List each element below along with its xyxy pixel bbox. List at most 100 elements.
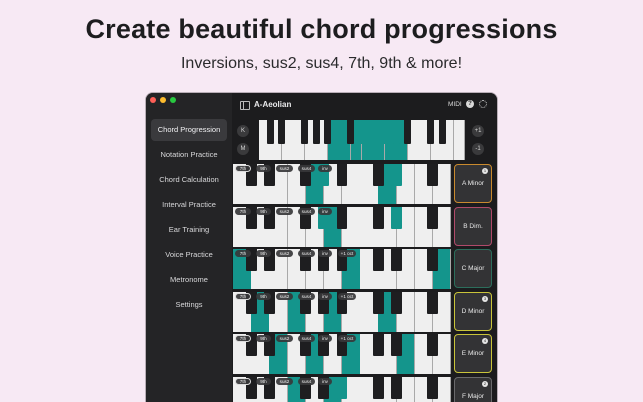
chord-tile-a-minor[interactable]: A Minor 1: [454, 164, 492, 203]
option-sus4-toggle[interactable]: sus4: [298, 377, 315, 385]
option-9th-toggle[interactable]: 9th: [256, 250, 271, 257]
black-key[interactable]: [404, 120, 412, 144]
chord-name: D Minor: [461, 307, 485, 315]
black-key[interactable]: [372, 291, 384, 314]
chord-tile-e-minor[interactable]: E Minor 4: [454, 334, 492, 373]
black-key[interactable]: [427, 120, 435, 144]
black-key[interactable]: [324, 120, 332, 144]
chord-tile-c-major[interactable]: C Major: [454, 249, 492, 288]
black-key[interactable]: [372, 164, 384, 186]
black-key[interactable]: [267, 120, 274, 144]
black-key[interactable]: [372, 334, 384, 356]
black-key[interactable]: [438, 120, 446, 144]
option-sus4-toggle[interactable]: sus4: [298, 250, 315, 257]
black-key[interactable]: [336, 206, 348, 229]
option-inv-toggle[interactable]: inv: [318, 377, 332, 385]
option--1-oct-toggle[interactable]: +1 oct: [338, 250, 356, 257]
option-inv-toggle[interactable]: inv: [318, 165, 332, 172]
black-key[interactable]: [427, 376, 439, 399]
close-window-button[interactable]: [150, 97, 156, 103]
black-key[interactable]: [427, 249, 439, 271]
octave-up-button[interactable]: +1: [472, 125, 484, 137]
hero-subtitle: Inversions, sus2, sus4, 7th, 9th & more!: [180, 55, 463, 72]
option-sus2-toggle[interactable]: sus2: [276, 250, 293, 257]
black-key[interactable]: [301, 120, 309, 144]
option-sus2-toggle[interactable]: sus2: [276, 292, 293, 300]
option-sus2-toggle[interactable]: sus2: [276, 207, 293, 215]
scale-button-k[interactable]: K: [237, 125, 249, 137]
option-sus2-toggle[interactable]: sus2: [276, 335, 293, 342]
black-key[interactable]: [372, 376, 384, 399]
option-7th-toggle[interactable]: 7th: [235, 207, 251, 215]
option-9th-toggle[interactable]: 9th: [256, 335, 271, 342]
white-key[interactable]: [453, 120, 465, 160]
sidebar-item-metronome[interactable]: Metronome: [151, 269, 227, 291]
black-key[interactable]: [391, 206, 402, 229]
black-key[interactable]: [358, 120, 366, 144]
option-7th-toggle[interactable]: 7th: [235, 377, 251, 385]
scale-button-m[interactable]: M: [237, 143, 249, 155]
chord-row: 7th 9th sus2 sus4 inv +1 oct C Major: [232, 249, 497, 290]
app-window: Chord Progression Notation Practice Chord …: [146, 93, 497, 402]
black-key[interactable]: [347, 120, 354, 144]
option--1-oct-toggle[interactable]: +1 oct: [338, 335, 356, 342]
black-key[interactable]: [427, 206, 439, 229]
black-key[interactable]: [372, 249, 384, 271]
black-key[interactable]: [336, 376, 348, 399]
option-inv-toggle[interactable]: inv: [318, 292, 332, 300]
option-sus4-toggle[interactable]: sus4: [298, 207, 315, 215]
sidebar-toggle-icon[interactable]: [240, 101, 250, 110]
black-key[interactable]: [392, 120, 400, 144]
help-icon[interactable]: ?: [466, 100, 474, 108]
option-7th-toggle[interactable]: 7th: [235, 165, 251, 172]
option-sus4-toggle[interactable]: sus4: [298, 165, 315, 172]
scale-title: A-Aeolian: [254, 100, 292, 109]
sidebar-item-notation-practice[interactable]: Notation Practice: [151, 144, 227, 166]
minimize-window-button[interactable]: [160, 97, 166, 103]
sidebar-item-ear-training[interactable]: Ear Training: [151, 219, 227, 241]
sidebar-item-interval-practice[interactable]: Interval Practice: [151, 194, 227, 216]
option-7th-toggle[interactable]: 7th: [235, 292, 251, 300]
midi-button[interactable]: MIDI: [448, 101, 462, 108]
option-inv-toggle[interactable]: inv: [318, 335, 332, 342]
black-key[interactable]: [427, 164, 439, 186]
black-key[interactable]: [372, 206, 384, 229]
option-inv-toggle[interactable]: inv: [318, 250, 332, 257]
option-sus2-toggle[interactable]: sus2: [276, 377, 293, 385]
black-key[interactable]: [391, 334, 402, 356]
black-key[interactable]: [391, 249, 402, 271]
option-9th-toggle[interactable]: 9th: [256, 165, 271, 172]
black-key[interactable]: [336, 164, 348, 186]
zoom-window-button[interactable]: [170, 97, 176, 103]
option--1-oct-toggle[interactable]: +1 oct: [338, 292, 356, 300]
option-sus4-toggle[interactable]: sus4: [298, 292, 315, 300]
black-key[interactable]: [391, 291, 402, 314]
chord-tile-d-minor[interactable]: D Minor 3: [454, 291, 492, 331]
option-sus2-toggle[interactable]: sus2: [276, 165, 293, 172]
chord-row: 7th 9th sus2 sus4 inv +1 oct E Minor 4: [232, 334, 497, 375]
chord-row: 7th 9th sus2 sus4 inv B Dim.: [232, 206, 497, 248]
option-7th-toggle[interactable]: 7th: [235, 335, 251, 342]
black-key[interactable]: [381, 120, 389, 144]
option-sus4-toggle[interactable]: sus4: [298, 335, 315, 342]
black-key[interactable]: [427, 291, 439, 314]
chord-tile-b-dim-[interactable]: B Dim.: [454, 206, 492, 246]
sidebar-item-settings[interactable]: Settings: [151, 294, 227, 316]
gear-icon[interactable]: [479, 100, 487, 108]
option-9th-toggle[interactable]: 9th: [256, 207, 271, 215]
option-9th-toggle[interactable]: 9th: [256, 377, 271, 385]
option-9th-toggle[interactable]: 9th: [256, 292, 271, 300]
option-inv-toggle[interactable]: inv: [318, 207, 332, 215]
black-key[interactable]: [312, 120, 320, 144]
chord-tile-f-major[interactable]: F Major 2: [454, 376, 492, 402]
octave-down-button[interactable]: -1: [472, 143, 484, 155]
sidebar-item-chord-calculation[interactable]: Chord Calculation: [151, 169, 227, 191]
black-key[interactable]: [278, 120, 286, 144]
sidebar-item-chord-progression[interactable]: Chord Progression: [151, 119, 227, 141]
black-key[interactable]: [391, 376, 402, 399]
sidebar-item-voice-practice[interactable]: Voice Practice: [151, 244, 227, 266]
black-key[interactable]: [427, 334, 439, 356]
scale-keyboard[interactable]: [259, 120, 465, 160]
option-7th-toggle[interactable]: 7th: [235, 250, 251, 257]
black-key[interactable]: [391, 164, 402, 186]
